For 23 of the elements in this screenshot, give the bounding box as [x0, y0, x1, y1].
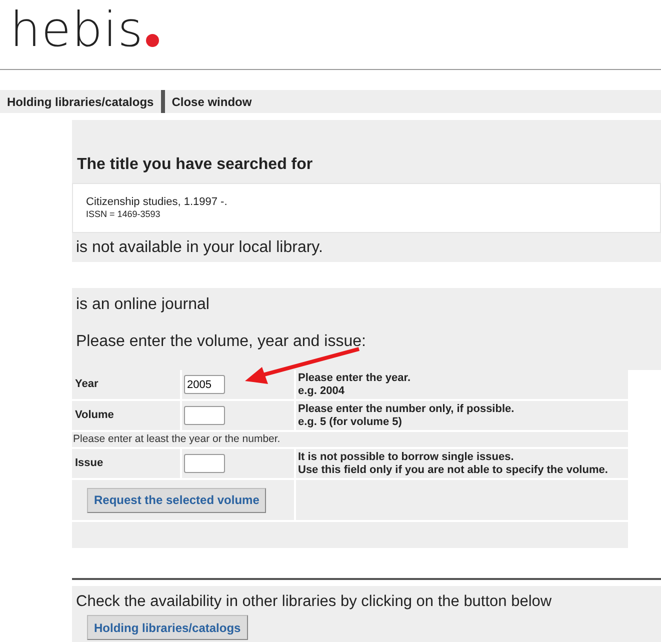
issn-text: ISSN = 1469-3593 [86, 209, 162, 220]
availability-hint: Check the availability in other libraries by clicking on the button below [76, 592, 552, 612]
hint-text: e.g. 5 (for volume 5) [298, 416, 403, 428]
record-title: Citizenship studies, 1.1997 -. [86, 196, 228, 209]
field-label: Volume [75, 408, 114, 424]
note-text: Please enter at least the year or the number. [73, 432, 280, 447]
text-input[interactable] [184, 454, 225, 473]
hint-text: e.g. 2004 [298, 384, 346, 398]
logo-text: hebis [10, 4, 144, 56]
section-heading: The title you have searched for [77, 155, 314, 175]
form-heading: Please enter the volume, year and issue: [76, 332, 366, 352]
hint-text: Use this field only if you are not able to specify the volume. [298, 464, 609, 476]
online-journal-text: is an online journal [76, 295, 210, 315]
field-label: Issue [75, 456, 104, 472]
holding-libraries-button[interactable]: Holding libraries/catalogs [87, 615, 248, 640]
hint-text: Please enter the year. [298, 372, 412, 384]
hint-text: Please enter the number only, if possible. [298, 402, 516, 416]
text-input[interactable]: 2005 [184, 375, 225, 394]
text-input[interactable] [184, 406, 225, 425]
hint-text: It is not possible to borrow single issues. [298, 450, 515, 464]
availability-text: is not available in your local library. [76, 238, 323, 258]
request-button[interactable]: Request the selected volume [87, 488, 266, 512]
field-label: Year [75, 377, 98, 392]
